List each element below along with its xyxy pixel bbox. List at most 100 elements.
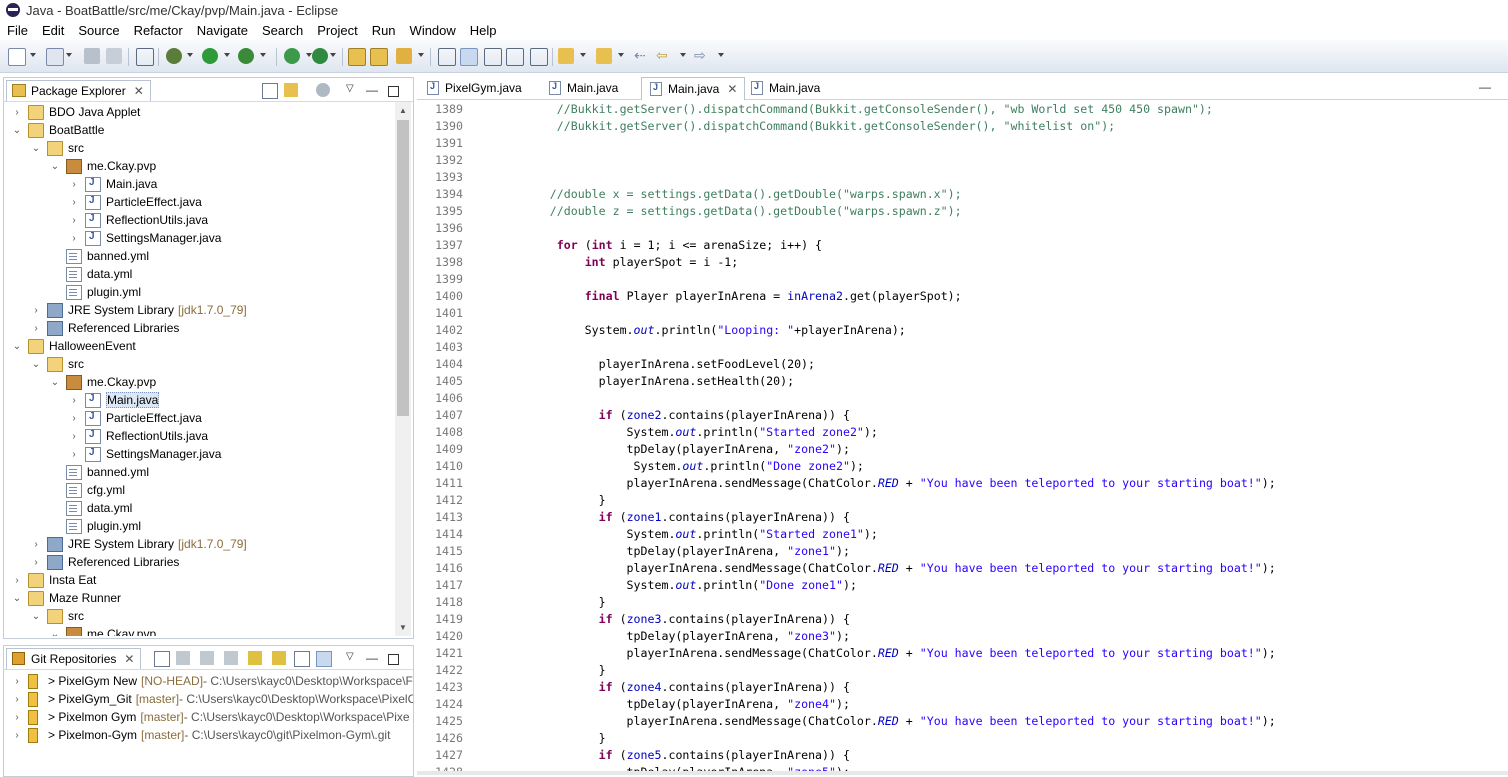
pencil-icon[interactable] [396,48,412,64]
tree-item[interactable]: › Referenced Libraries [31,319,179,337]
expanded-chevron-icon[interactable]: ⌄ [12,125,22,136]
menu-navigate[interactable]: Navigate [190,23,255,38]
collapsed-chevron-icon[interactable]: › [12,107,22,118]
tree-item[interactable]: ⌄ HalloweenEvent [12,337,136,355]
menu-search[interactable]: Search [255,23,310,38]
collapsed-chevron-icon[interactable]: › [12,712,22,723]
scroll-down-icon[interactable]: ▼ [399,623,407,632]
clone-repository-icon[interactable] [200,651,214,665]
scroll-up-icon[interactable]: ▲ [399,106,407,115]
menu-help[interactable]: Help [463,23,504,38]
forward-dropdown-icon[interactable] [718,53,724,57]
collapsed-chevron-icon[interactable]: › [69,431,79,442]
collapsed-chevron-icon[interactable]: › [69,215,79,226]
expanded-chevron-icon[interactable]: ⌄ [31,611,41,622]
debug-dropdown-icon[interactable] [187,53,193,57]
collapsed-chevron-icon[interactable]: › [31,323,41,334]
link-with-editor-icon[interactable] [284,83,298,97]
block-selection-icon[interactable] [506,48,524,66]
collapsed-chevron-icon[interactable]: › [69,449,79,460]
next-annotation-icon[interactable] [558,48,574,64]
tree-item[interactable]: › BDO Java Applet [12,103,140,121]
tree-item[interactable]: data.yml [50,499,132,517]
highlight-icon[interactable] [460,48,478,66]
last-edit-icon[interactable]: ⇠ [634,48,650,64]
collapsed-chevron-icon[interactable]: › [12,694,22,705]
add-repository-icon[interactable] [176,651,190,665]
next-annotation-dropdown-icon[interactable] [580,53,586,57]
tree-item[interactable]: › ParticleEffect.java [69,193,202,211]
tree-item[interactable]: data.yml [50,265,132,283]
tree-item[interactable]: › JRE System Library [jdk1.7.0_79] [31,535,247,553]
menu-window[interactable]: Window [403,23,463,38]
editor-horizontal-scrollbar[interactable] [417,771,1508,775]
new-dropdown-icon[interactable] [30,53,36,57]
expanded-chevron-icon[interactable]: ⌄ [50,161,60,172]
git-repository-item[interactable]: › > PixelGym_Git [master] - C:\Users\kayc0… [12,690,413,708]
skip-breakpoints-icon[interactable] [136,48,154,66]
tree-item[interactable]: › SettingsManager.java [69,229,221,247]
tree-item[interactable]: banned.yml [50,463,149,481]
previous-annotation-icon[interactable] [596,48,612,64]
expanded-chevron-icon[interactable]: ⌄ [50,629,60,637]
tree-item[interactable]: › Referenced Libraries [31,553,179,571]
create-repository-icon[interactable] [224,651,238,665]
menu-file[interactable]: File [0,23,35,38]
minimize-icon[interactable]: — [366,83,380,97]
toggle-mark-occurrences-icon[interactable] [438,48,456,66]
close-icon[interactable]: ✕ [124,652,134,666]
tree-item[interactable]: ⌄ me.Ckay.pvp [50,157,156,175]
close-icon[interactable]: ✕ [727,82,737,96]
git-repository-item[interactable]: › > PixelGym New [NO-HEAD] - C:\Users\kayc… [12,672,413,690]
back-icon[interactable]: ⇦ [656,48,672,64]
collapse-all-icon[interactable] [154,651,170,667]
external-tools-icon[interactable] [238,48,254,64]
menu-project[interactable]: Project [310,23,364,38]
minimize-icon[interactable]: — [366,651,380,665]
menu-run[interactable]: Run [365,23,403,38]
menu-refactor[interactable]: Refactor [127,23,190,38]
tree-item[interactable]: ⌄ src [31,607,84,625]
collapsed-chevron-icon[interactable]: › [69,413,79,424]
collapsed-chevron-icon[interactable]: › [31,557,41,568]
open-type-icon[interactable] [348,48,366,66]
code-editor[interactable]: 1389 //Bukkit.getServer().dispatchComman… [417,100,1508,775]
git-repositories-tab[interactable]: Git Repositories ✕ [6,648,142,669]
previous-annotation-dropdown-icon[interactable] [618,53,624,57]
collapsed-chevron-icon[interactable]: › [69,197,79,208]
tree-item[interactable]: › ReflectionUtils.java [69,427,208,445]
pencil-dropdown-icon[interactable] [418,53,424,57]
collapsed-chevron-icon[interactable]: › [12,575,22,586]
maximize-icon[interactable] [388,654,399,665]
collapse-all-icon[interactable] [262,83,278,99]
save-icon[interactable] [84,48,100,64]
package-explorer-tab[interactable]: Package Explorer ✕ [6,80,151,101]
scrollbar-thumb[interactable] [397,120,409,416]
collapsed-chevron-icon[interactable]: › [69,395,79,406]
run-dropdown-icon[interactable] [224,53,230,57]
forward-icon[interactable]: ⇨ [694,48,710,64]
minimize-icon[interactable]: — [1479,80,1491,94]
tree-item[interactable]: cfg.yml [50,481,125,499]
tree-item[interactable]: › SettingsManager.java [69,445,221,463]
external-tools-dropdown-icon[interactable] [260,53,266,57]
tree-item[interactable]: › ParticleEffect.java [69,409,202,427]
collapsed-chevron-icon[interactable]: › [69,179,79,190]
menu-edit[interactable]: Edit [35,23,71,38]
expanded-chevron-icon[interactable]: ⌄ [12,341,22,352]
tree-item[interactable]: ⌄ src [31,139,84,157]
expanded-chevron-icon[interactable]: ⌄ [31,359,41,370]
word-wrap-icon[interactable] [484,48,502,66]
git-repository-item[interactable]: › > Pixelmon-Gym [master] - C:\Users\kayc0… [12,726,390,744]
tree-item[interactable]: › JRE System Library [jdk1.7.0_79] [31,301,247,319]
focus-icon[interactable] [316,83,330,97]
editor-tab-main-1[interactable]: Main.java [541,77,637,99]
tree-item[interactable]: plugin.yml [50,517,141,535]
hierarchical-layout-icon[interactable] [294,651,310,667]
tree-item[interactable]: plugin.yml [50,283,141,301]
link-with-selection-icon[interactable] [272,651,286,665]
maximize-icon[interactable] [388,86,399,97]
tree-item[interactable]: › Main.java [69,175,157,193]
editor-tab-pixelgym[interactable]: PixelGym.java [419,77,539,99]
tree-item[interactable]: banned.yml [50,247,149,265]
